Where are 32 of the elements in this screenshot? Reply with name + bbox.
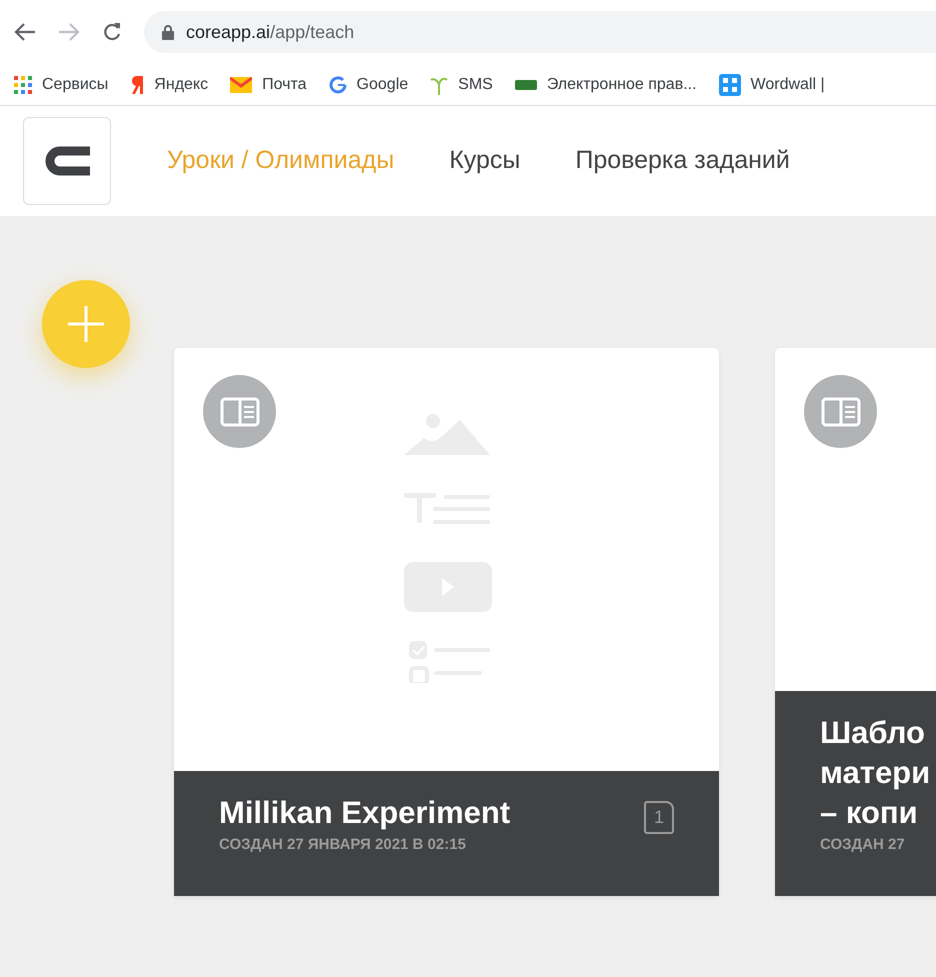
bookmark-item[interactable]: Электронное прав... <box>514 72 697 96</box>
bookmark-item[interactable]: Сервисы <box>14 72 108 96</box>
egov-logo-icon <box>514 80 537 90</box>
card-date: СОЗДАН 27 <box>820 834 906 854</box>
lock-icon <box>162 24 174 40</box>
lesson-card[interactable]: Millikan Experiment СОЗДАН 27 ЯНВАРЯ 2021 В 02:15 1 <box>174 348 719 896</box>
book-layout-icon <box>820 396 860 426</box>
url-text: coreapp.ai/app/teach <box>186 20 354 44</box>
bookmark-item[interactable]: Wordwall | <box>718 72 825 96</box>
bookmark-item[interactable]: Яндекс <box>130 72 208 96</box>
bookmark-item[interactable]: Google <box>328 72 408 96</box>
back-arrow-icon[interactable] <box>14 23 36 41</box>
card-title: Шабло матери – копи <box>820 714 930 832</box>
apps-grid-icon <box>14 76 32 94</box>
card-date: СОЗДАН 27 ЯНВАРЯ 2021 В 02:15 <box>219 834 467 854</box>
page-count: 1 <box>644 801 674 834</box>
nav-tab[interactable]: Курсы <box>449 142 520 180</box>
plus-icon <box>66 304 106 344</box>
bookmark-item[interactable]: Почта <box>230 72 307 96</box>
card-title: Millikan Experiment <box>219 794 510 832</box>
nav-tab[interactable]: Проверка заданий <box>575 142 790 180</box>
app-logo[interactable] <box>23 117 111 205</box>
address-bar[interactable]: coreapp.ai/app/teach <box>144 11 936 53</box>
envelope-icon <box>230 76 252 92</box>
grid-tile-icon <box>718 74 741 96</box>
reload-icon[interactable] <box>102 22 122 42</box>
bookmark-item[interactable]: SMS <box>430 72 493 96</box>
c-logo-icon <box>44 146 90 176</box>
ya-letter-icon <box>130 74 144 94</box>
g-logo-icon <box>328 76 347 94</box>
book-layout-icon <box>220 396 260 426</box>
lesson-card[interactable]: Шабло матери – копи СОЗДАН 27 <box>775 348 936 896</box>
